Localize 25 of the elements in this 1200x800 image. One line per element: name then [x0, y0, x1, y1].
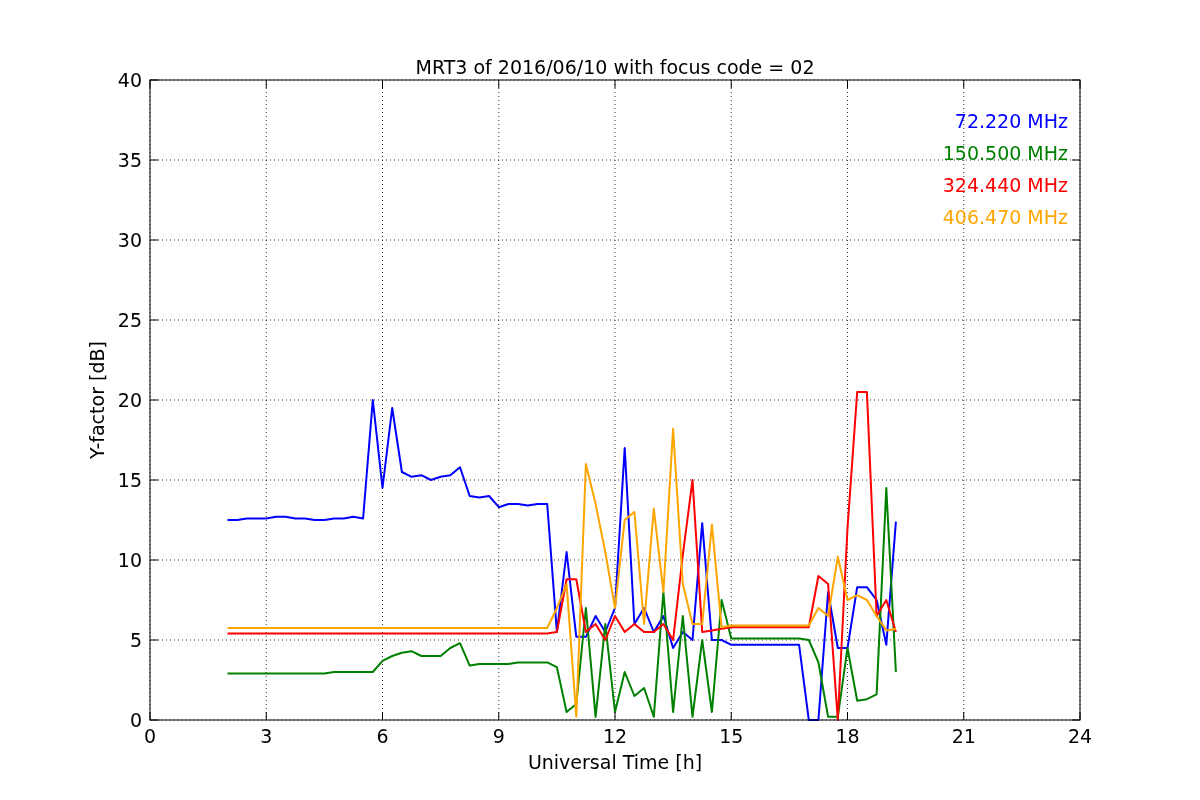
x-tick-label: 3: [260, 725, 273, 747]
y-tick-label: 0: [129, 709, 142, 731]
x-tick-label: 0: [143, 725, 157, 747]
x-tick-label: 6: [376, 725, 389, 747]
legend-label: 72.220 MHz: [954, 110, 1068, 132]
legend-label: 150.500 MHz: [942, 142, 1068, 164]
x-tick-label: 15: [719, 725, 744, 747]
chart-title: MRT3 of 2016/06/10 with focus code = 02: [415, 56, 815, 78]
y-tick-label: 40: [117, 69, 142, 91]
y-tick-label: 25: [117, 309, 142, 331]
legend-label: 406.470 MHz: [942, 206, 1068, 228]
y-tick-label: 10: [117, 549, 142, 571]
y-tick-label: 15: [117, 469, 142, 491]
y-axis-label: Y-factor [dB]: [86, 341, 108, 459]
x-tick-label: 12: [602, 725, 628, 747]
x-axis-label: Universal Time [h]: [527, 751, 703, 773]
y-tick-label: 35: [117, 149, 142, 171]
y-tick-label: 20: [117, 389, 142, 411]
x-tick-label: 21: [951, 725, 976, 747]
y-tick-label: 5: [129, 629, 142, 651]
x-tick-label: 9: [492, 725, 505, 747]
x-tick-label: 18: [835, 725, 860, 747]
x-tick-label: 24: [1067, 725, 1093, 747]
y-tick-label: 30: [117, 229, 142, 251]
legend-label: 324.440 MHz: [942, 174, 1068, 196]
